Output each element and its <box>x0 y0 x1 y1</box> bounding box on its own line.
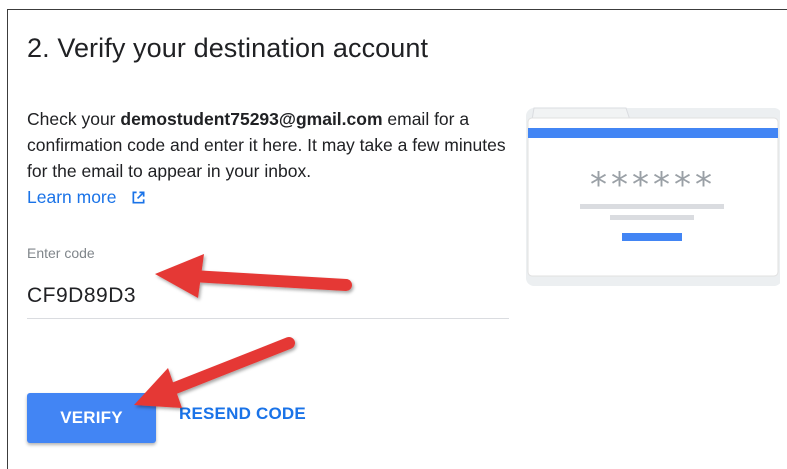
masked-code-text: ****** <box>590 165 716 205</box>
code-input[interactable] <box>27 282 509 319</box>
instructions-text: Check your demostudent75293@gmail.com em… <box>27 106 517 210</box>
account-email: demostudent75293@gmail.com <box>120 109 383 129</box>
resend-code-button[interactable]: RESEND CODE <box>179 404 306 424</box>
learn-more-link[interactable]: Learn more <box>27 184 146 210</box>
open-in-new-icon <box>132 191 144 203</box>
text-line-shape <box>580 204 724 209</box>
browser-accent-bar <box>528 128 778 138</box>
learn-more-label: Learn more <box>27 187 117 207</box>
button-placeholder-shape <box>622 233 682 241</box>
page-title: 2. Verify your destination account <box>27 33 429 63</box>
text-line-shape <box>610 215 694 220</box>
instructions-prefix: Check your <box>27 109 121 129</box>
verify-button[interactable]: VERIFY <box>27 393 156 443</box>
email-code-illustration: ****** <box>526 107 780 286</box>
code-field-label: Enter code <box>27 245 95 261</box>
